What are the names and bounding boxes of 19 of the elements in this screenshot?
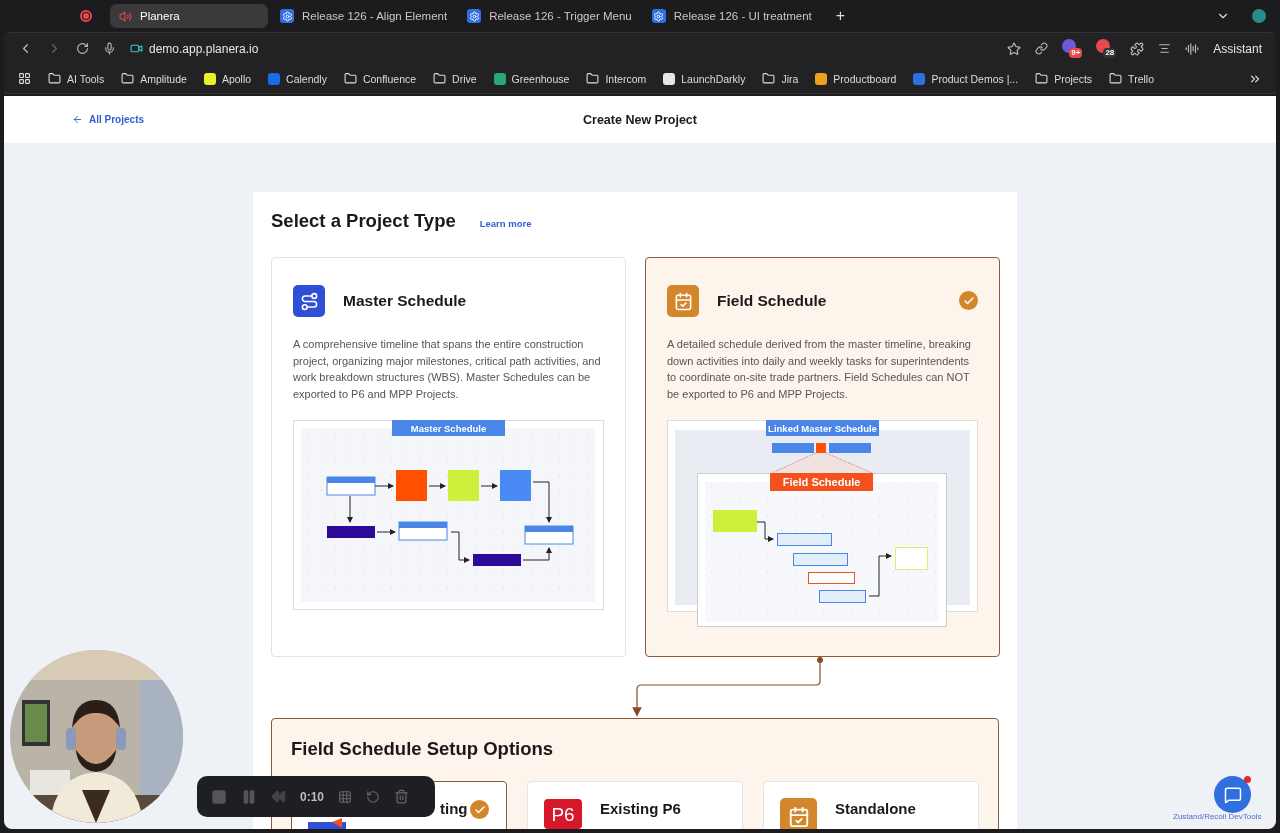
option-title: Standalone <box>835 800 916 817</box>
p6-logo: P6 <box>544 799 582 829</box>
card-title: Field Schedule <box>717 292 827 310</box>
option-title: ting <box>440 800 468 817</box>
tab-label: Release 126 - Trigger Menu <box>489 10 632 22</box>
diagram-label: Linked Master Schedule <box>766 420 879 436</box>
card-description: A detailed schedule derived from the master timeline, breaking down activities into daily and weekly tasks for superintendents to coordinate on-site trade partners. Field Schedules can NOT be exported to P6 and MPP Projects. <box>667 337 972 402</box>
page-title: Create New Project <box>583 112 697 127</box>
section-heading: Select a Project Type <box>271 210 456 232</box>
diagram-label: Field Schedule <box>770 473 873 491</box>
recording-time: 0:10 <box>300 789 325 804</box>
tab-label: Release 126 - Align Element <box>302 10 448 22</box>
tab-label: Release 126 - UI treatment <box>673 10 812 22</box>
card-title: Master Schedule <box>343 292 467 310</box>
option-title: Existing P6 <box>600 800 681 817</box>
diagram-label: Master Schedule <box>392 420 505 436</box>
section-heading: Field Schedule Setup Options <box>291 738 555 760</box>
tab-label: Planera <box>140 10 180 22</box>
card-description: A comprehensive timeline that spans the entire construction project, organizing major milestones, critical path activities, and work breakdown structures (WBS). Master Schedules can be exported to P6 and MPP Projects. <box>293 337 602 402</box>
